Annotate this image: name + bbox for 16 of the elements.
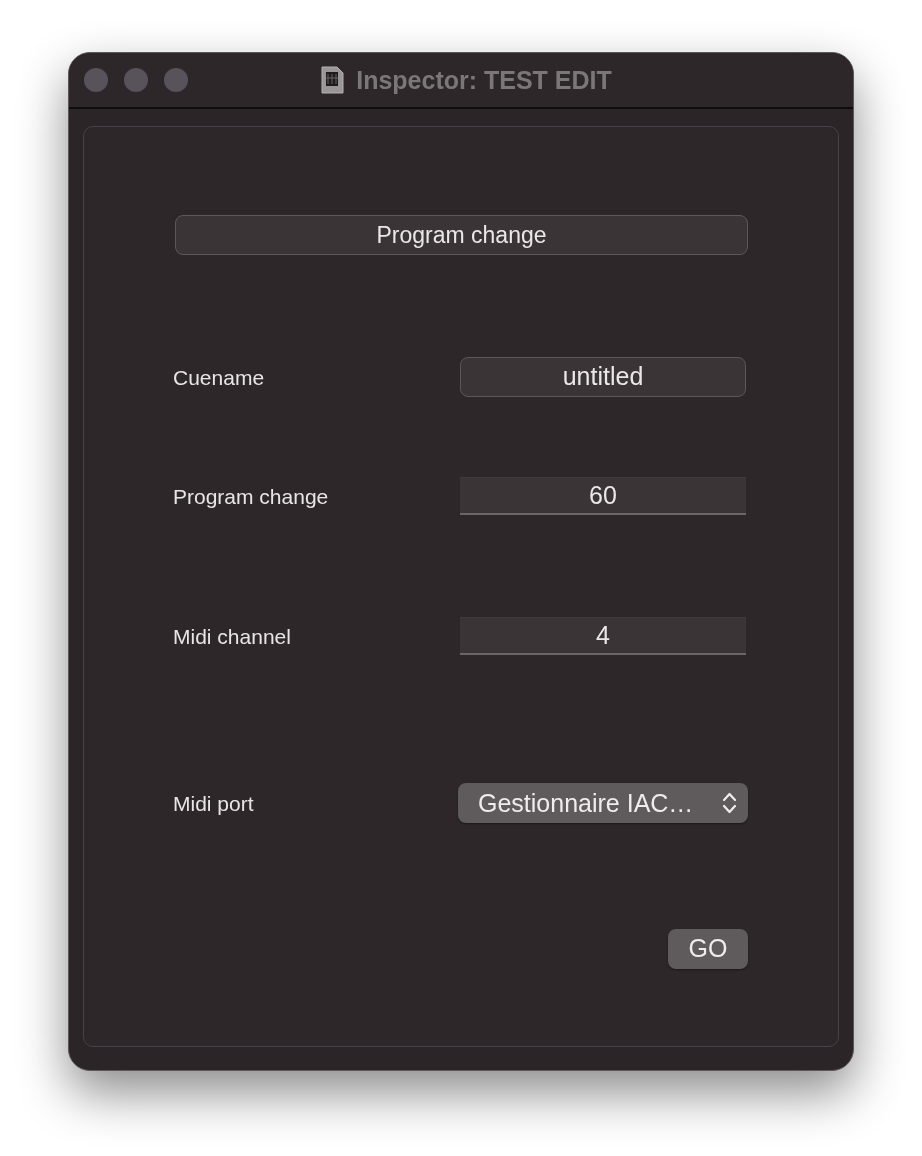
field-label: Cuename bbox=[173, 366, 265, 388]
program-change-button[interactable]: Program change bbox=[175, 215, 748, 255]
field-label: Midi port bbox=[173, 792, 254, 814]
chevron-up-down-icon bbox=[722, 791, 737, 815]
midi-port-dropdown[interactable]: Gestionnaire IAC… bbox=[458, 783, 748, 823]
cuename-button[interactable]: untitled bbox=[460, 357, 746, 397]
document-icon bbox=[320, 66, 345, 94]
minimize-button[interactable] bbox=[124, 68, 148, 92]
zoom-button[interactable] bbox=[164, 68, 188, 92]
field-label: Program change bbox=[173, 485, 329, 507]
input-field[interactable]: 60 bbox=[460, 477, 746, 515]
input-field[interactable]: 4 bbox=[460, 617, 746, 655]
close-button[interactable] bbox=[84, 68, 108, 92]
window-title: Inspector: TEST EDIT bbox=[356, 67, 612, 93]
go-button[interactable]: GO bbox=[668, 929, 748, 969]
field-label: Midi channel bbox=[173, 625, 291, 647]
